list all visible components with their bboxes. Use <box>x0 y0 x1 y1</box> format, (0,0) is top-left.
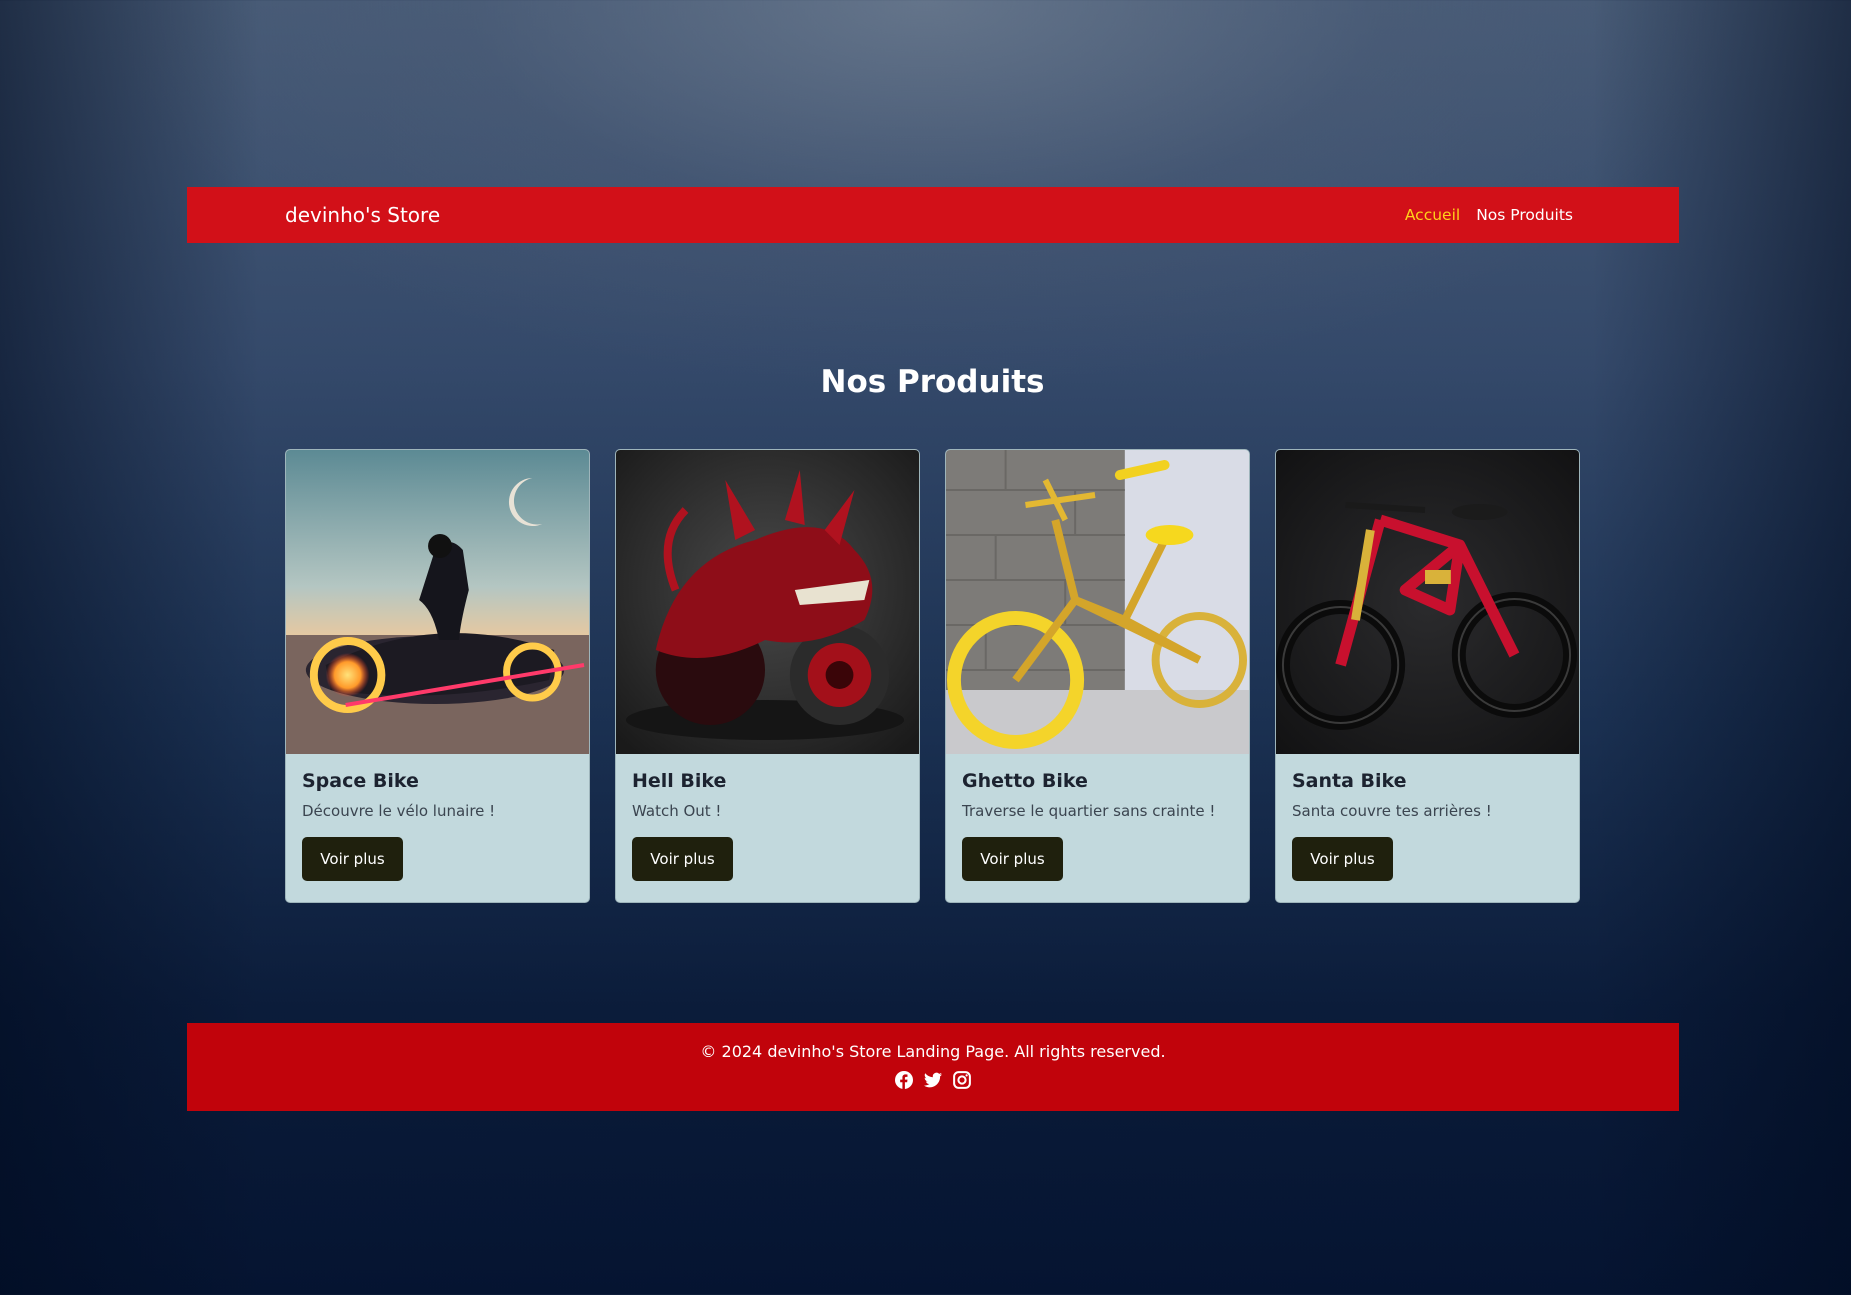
voir-plus-button[interactable]: Voir plus <box>962 837 1063 881</box>
nav-link-accueil[interactable]: Accueil <box>1405 206 1460 224</box>
product-card: Hell Bike Watch Out ! Voir plus <box>615 449 920 903</box>
red-dragon-motorbike-image <box>616 450 919 754</box>
product-title: Ghetto Bike <box>962 770 1088 792</box>
product-title: Space Bike <box>302 770 419 792</box>
product-description: Watch Out ! <box>632 802 722 820</box>
section-title: Nos Produits <box>820 364 1045 400</box>
product-card: Space Bike Découvre le vélo lunaire ! Vo… <box>285 449 590 903</box>
nav-links: Accueil Nos Produits <box>1405 206 1573 224</box>
futuristic-motorbike-image <box>286 450 589 754</box>
voir-plus-button[interactable]: Voir plus <box>632 837 733 881</box>
footer: © 2024 devinho's Store Landing Page. All… <box>187 1023 1679 1111</box>
gold-bmx-bike-image <box>946 450 1249 754</box>
instagram-icon[interactable] <box>953 1071 971 1089</box>
facebook-icon[interactable] <box>895 1071 913 1089</box>
product-card: Ghetto Bike Traverse le quartier sans cr… <box>945 449 1250 903</box>
product-description: Santa couvre tes arrières ! <box>1292 802 1492 820</box>
product-title: Hell Bike <box>632 770 727 792</box>
product-description: Traverse le quartier sans crainte ! <box>962 802 1216 820</box>
red-mountain-bike-image <box>1276 450 1579 754</box>
voir-plus-button[interactable]: Voir plus <box>1292 837 1393 881</box>
footer-copyright: © 2024 devinho's Store Landing Page. All… <box>700 1042 1166 1061</box>
product-description: Découvre le vélo lunaire ! <box>302 802 496 820</box>
product-card: Santa Bike Santa couvre tes arrières ! V… <box>1275 449 1580 903</box>
nav-link-nos-produits[interactable]: Nos Produits <box>1476 206 1573 224</box>
social-links <box>187 1071 1679 1089</box>
twitter-icon[interactable] <box>924 1071 942 1089</box>
product-cards: Space Bike Découvre le vélo lunaire ! Vo… <box>285 449 1580 903</box>
brand-logo-text[interactable]: devinho's Store <box>285 203 440 227</box>
navbar: devinho's Store Accueil Nos Produits <box>187 187 1679 243</box>
voir-plus-button[interactable]: Voir plus <box>302 837 403 881</box>
product-title: Santa Bike <box>1292 770 1407 792</box>
